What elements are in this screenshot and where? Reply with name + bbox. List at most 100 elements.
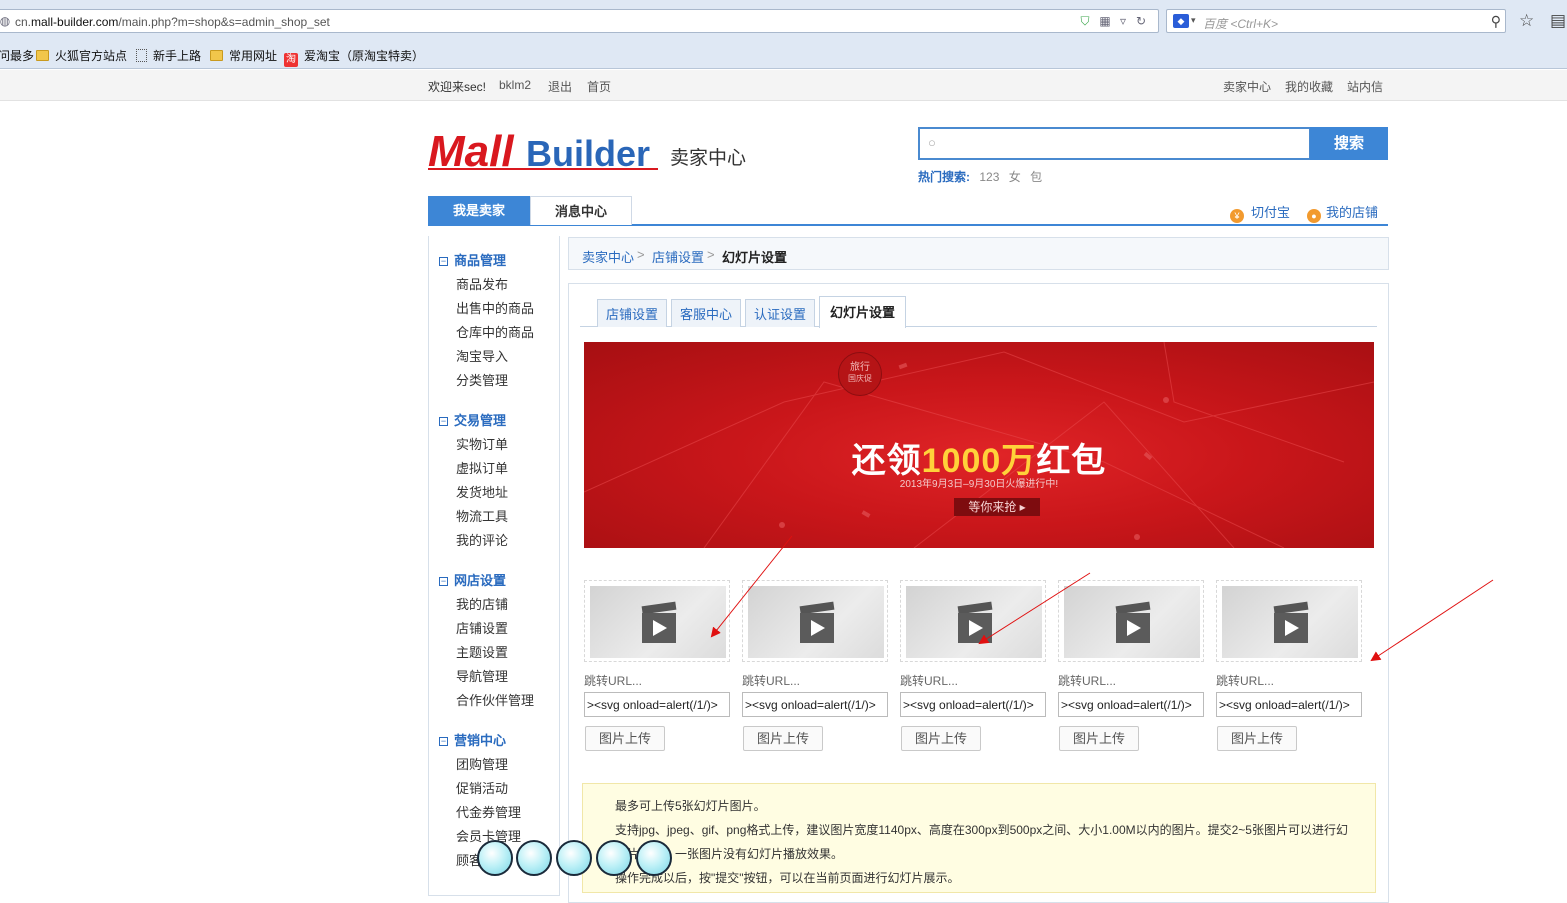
- reload-icon[interactable]: ↻: [1134, 14, 1148, 28]
- sidebar-group-goods[interactable]: − 商品管理: [439, 250, 506, 269]
- my-shop-link-label: 我的店铺: [1326, 205, 1379, 220]
- sidebar-item[interactable]: 导航管理: [456, 666, 508, 685]
- sidebar-item[interactable]: 物流工具: [456, 506, 508, 525]
- jump-url-input[interactable]: [584, 692, 730, 717]
- sidebar-item[interactable]: 淘宝导入: [456, 346, 508, 365]
- slide-thumbnail[interactable]: [742, 580, 888, 662]
- breadcrumb-separator: >: [707, 247, 715, 262]
- image-upload-button[interactable]: 图片上传: [1059, 726, 1139, 751]
- slide-thumbnail[interactable]: [584, 580, 730, 662]
- sidebar-item[interactable]: 虚拟订单: [456, 458, 508, 477]
- sidebar-item[interactable]: 我的店铺: [456, 594, 508, 613]
- bookmark-item[interactable]: 淘爱淘宝（原淘宝特卖）: [284, 47, 424, 67]
- bookmark-item[interactable]: 火狐官方站点: [36, 47, 127, 64]
- video-clapper-icon: [799, 601, 835, 643]
- hot-search-term[interactable]: 123: [979, 170, 999, 184]
- bubble-overlay: [636, 840, 672, 876]
- shield-icon[interactable]: ⛉: [1078, 14, 1092, 28]
- jump-url-input[interactable]: [742, 692, 888, 717]
- tab-shop-settings[interactable]: 店铺设置: [597, 299, 667, 327]
- sidebar-item[interactable]: 主题设置: [456, 642, 508, 661]
- hot-search-term[interactable]: 女: [1009, 170, 1021, 184]
- site-topbar: 欢迎来sec! bklm2 退出 首页 卖家中心 我的收藏 站内信: [0, 70, 1567, 101]
- banner-cta-button[interactable]: 等你来抢 ▸: [954, 498, 1040, 516]
- paw-icon[interactable]: ◆: [1173, 14, 1189, 28]
- main-nav: 我是卖家 消息中心 ¥ 切付宝 ● 我的店铺: [428, 196, 1388, 226]
- welcome-text: 欢迎来sec!: [428, 80, 487, 94]
- sidebar-item[interactable]: 商品发布: [456, 274, 508, 293]
- sidebar-item[interactable]: 代金券管理: [456, 802, 521, 821]
- address-bar[interactable]: ◍ cn.mall-builder.com/main.php?m=shop&s=…: [0, 9, 1159, 33]
- collapse-icon[interactable]: −: [439, 417, 448, 426]
- header-title: 卖家中心: [670, 148, 747, 169]
- jump-url-label: 跳转URL...: [1058, 674, 1117, 688]
- sidebar-item[interactable]: 出售中的商品: [456, 298, 534, 317]
- sidebar-item[interactable]: 合作伙伴管理: [456, 690, 534, 709]
- sidebar-group-shop-settings[interactable]: − 网店设置: [439, 570, 506, 589]
- collapse-icon[interactable]: −: [439, 257, 448, 266]
- my-shop-link[interactable]: ● 我的店铺: [1307, 202, 1378, 223]
- hot-searches: 热门搜索: 123 女 包: [918, 168, 1042, 185]
- image-upload-button[interactable]: 图片上传: [585, 726, 665, 751]
- bookmark-label: 火狐官方站点: [55, 49, 128, 63]
- tab-customer-service[interactable]: 客服中心: [671, 299, 741, 327]
- notice-line: 操作完成以后，按"提交"按钮，可以在当前页面进行幻灯片展示。: [615, 871, 960, 885]
- sidebar-item[interactable]: 促销活动: [456, 778, 508, 797]
- bookmark-item[interactable]: 新手上路: [136, 47, 201, 64]
- search-icon[interactable]: ⚲: [1491, 13, 1501, 30]
- sidebar-item[interactable]: 仓库中的商品: [456, 322, 534, 341]
- payment-link[interactable]: ¥ 切付宝: [1230, 202, 1290, 223]
- collapse-icon[interactable]: −: [439, 737, 448, 746]
- slide-thumbnail[interactable]: [900, 580, 1046, 662]
- browser-search-bar[interactable]: ◆ ▾ 百度 <Ctrl+K> ⚲: [1166, 9, 1506, 33]
- collapse-icon[interactable]: −: [439, 577, 448, 586]
- tab-slideshow-settings[interactable]: 幻灯片设置: [819, 296, 906, 328]
- reading-list-icon[interactable]: ▤: [1550, 11, 1566, 31]
- bubble-overlay: [556, 840, 592, 876]
- mallbuilder-logo[interactable]: Mall Builder: [428, 122, 660, 176]
- site-search-input[interactable]: ○: [918, 127, 1311, 160]
- sidebar-item[interactable]: 发货地址: [456, 482, 508, 501]
- qr-code-icon[interactable]: ▦: [1098, 14, 1112, 28]
- annotation-arrow: [1370, 579, 1494, 662]
- logout-link[interactable]: 退出: [548, 78, 572, 95]
- slide-thumbnail[interactable]: [1058, 580, 1204, 662]
- sidebar-group-marketing[interactable]: − 营销中心: [439, 730, 506, 749]
- jump-url-input[interactable]: [1058, 692, 1204, 717]
- bookmark-star-icon[interactable]: ☆: [1519, 11, 1534, 31]
- image-upload-button[interactable]: 图片上传: [743, 726, 823, 751]
- hot-search-term[interactable]: 包: [1030, 170, 1042, 184]
- search-placeholder: 百度 <Ctrl+K>: [1203, 17, 1279, 31]
- tab-message-center[interactable]: 消息中心: [530, 196, 632, 225]
- sidebar-item[interactable]: 我的评论: [456, 530, 508, 549]
- search-button[interactable]: 搜索: [1310, 127, 1388, 160]
- image-upload-button[interactable]: 图片上传: [1217, 726, 1297, 751]
- breadcrumb-link[interactable]: 卖家中心: [582, 247, 634, 266]
- dropdown-icon[interactable]: ▿: [1116, 14, 1130, 28]
- username-link[interactable]: bklm2: [499, 78, 531, 92]
- bookmark-item[interactable]: 问最多: [0, 47, 34, 64]
- image-upload-button[interactable]: 图片上传: [901, 726, 981, 751]
- upload-notice: 最多可上传5张幻灯片图片。 支持jpg、jpeg、gif、png格式上传，建议图…: [582, 783, 1376, 893]
- seller-center-link[interactable]: 卖家中心: [1223, 78, 1271, 95]
- messages-link[interactable]: 站内信: [1347, 78, 1383, 95]
- sidebar-item[interactable]: 团购管理: [456, 754, 508, 773]
- sidebar-item[interactable]: 分类管理: [456, 370, 508, 389]
- sidebar-group-label: 交易管理: [454, 413, 507, 428]
- bookmark-item[interactable]: 常用网址: [210, 47, 277, 64]
- jump-url-input[interactable]: [1216, 692, 1362, 717]
- sidebar-item[interactable]: 店铺设置: [456, 618, 508, 637]
- home-link[interactable]: 首页: [587, 78, 611, 95]
- engine-dropdown-icon[interactable]: ▾: [1191, 15, 1196, 26]
- favorites-link[interactable]: 我的收藏: [1285, 78, 1333, 95]
- sidebar-item[interactable]: 实物订单: [456, 434, 508, 453]
- breadcrumb-link[interactable]: 店铺设置: [652, 247, 704, 266]
- tab-seller[interactable]: 我是卖家: [428, 196, 530, 225]
- tab-certification[interactable]: 认证设置: [745, 299, 815, 327]
- banner-subtitle: 2013年9月3日–9月30日火爆进行中!: [899, 479, 1059, 490]
- breadcrumb-separator: >: [637, 247, 645, 262]
- jump-url-input[interactable]: [900, 692, 1046, 717]
- slide-thumbnail[interactable]: [1216, 580, 1362, 662]
- bookmark-label: 爱淘宝（原淘宝特卖）: [304, 49, 425, 63]
- sidebar-group-trade[interactable]: − 交易管理: [439, 410, 506, 429]
